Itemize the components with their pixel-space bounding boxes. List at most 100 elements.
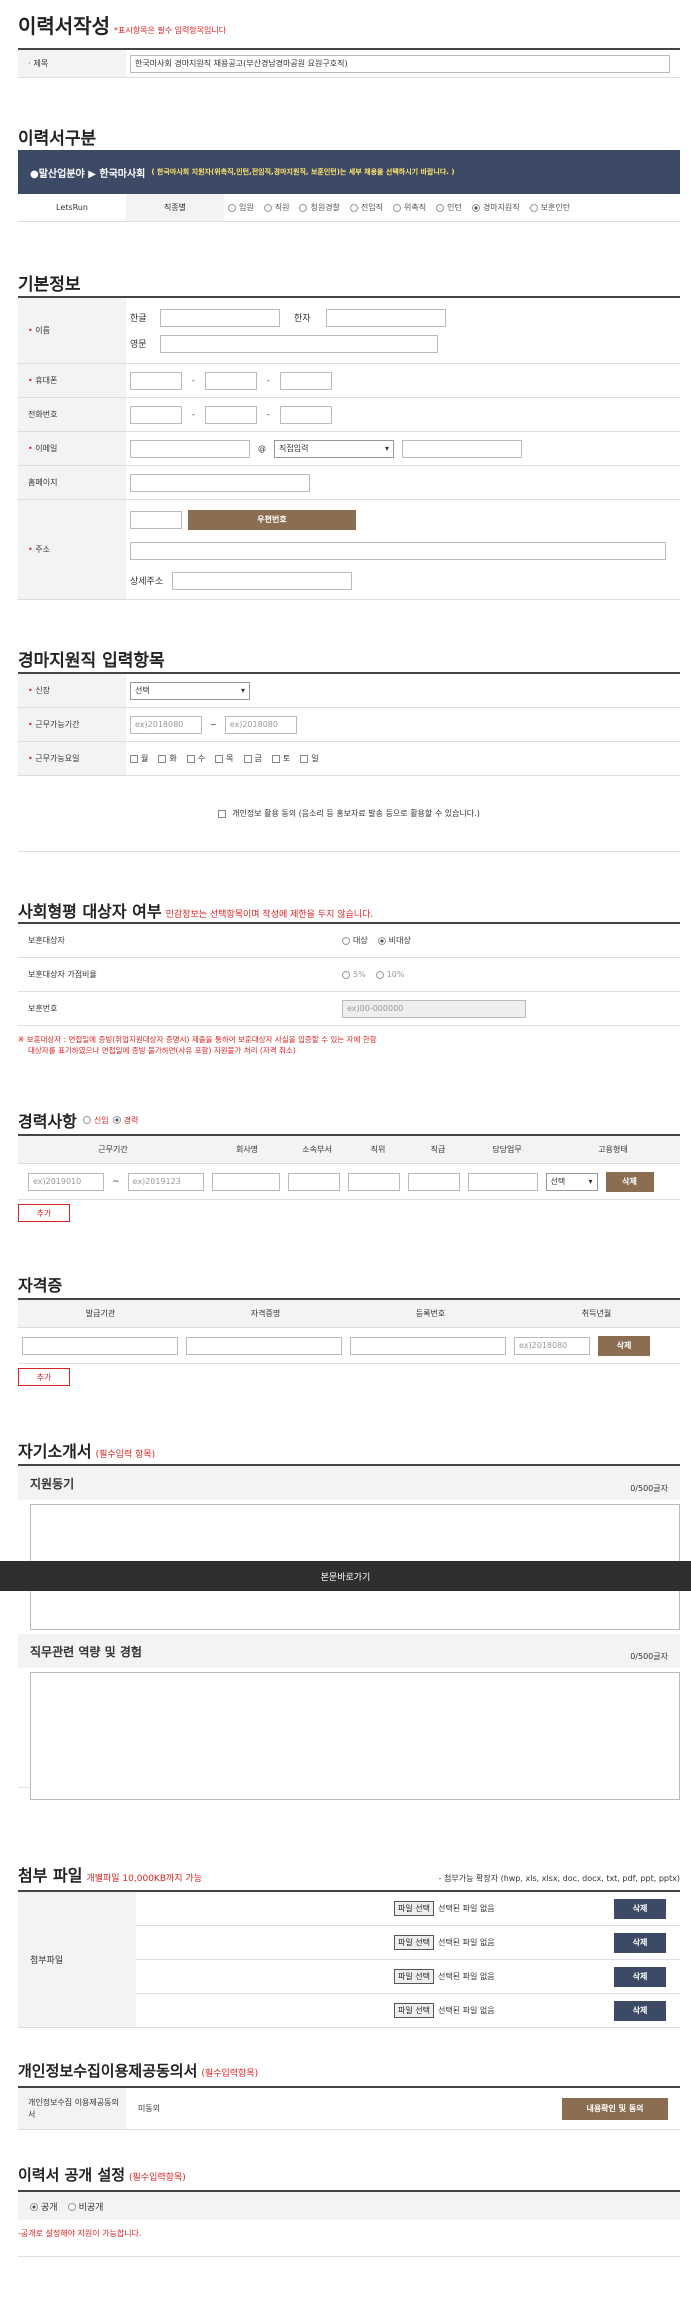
tel-input-1[interactable] (130, 405, 182, 424)
file-delete-button[interactable]: 삭제 (613, 1966, 666, 1987)
chevron-down-icon: ▾ (384, 444, 389, 453)
horse-table: • 신장 선택 ▾ • 근무가능기간 ex)2018080 ~ ex)2018080… (18, 672, 680, 852)
veteran-option-nontarget[interactable]: 비대상 (377, 935, 411, 946)
col-issuer: 발급기관 (85, 1309, 116, 1318)
consent-checkbox[interactable] (218, 809, 227, 818)
publish-header: 이력서 공개 설정 (필수입력항목) (18, 2164, 186, 2185)
file-delete-button[interactable]: 삭제 (613, 1898, 666, 1919)
privacy-header: 개인정보수집이용제공동의서 (필수입력항목) (18, 2060, 258, 2081)
career-to-input[interactable]: ex)2019123 (127, 1172, 204, 1191)
radio-icon (299, 203, 308, 212)
career-delete-button[interactable]: 삭제 (605, 1171, 654, 1192)
career-option-new[interactable]: 신입 (82, 1115, 109, 1126)
email-id-input[interactable] (130, 439, 250, 458)
employment-select[interactable]: 선택 ▾ (545, 1172, 598, 1191)
days-checkboxes: 월화수목금토일 (126, 749, 680, 768)
postcode-button[interactable]: 우편번호 (188, 509, 356, 530)
email-domain-select[interactable]: 직접입력 ▾ (274, 439, 394, 458)
bonus-option-5[interactable]: 5% (342, 970, 366, 979)
privacy-agree-button[interactable]: 내용확인 및 동의 (562, 2097, 668, 2120)
grade-input[interactable] (407, 1172, 460, 1191)
position-input[interactable] (347, 1172, 400, 1191)
job-type-option[interactable]: 임원 (228, 202, 254, 213)
job-type-option[interactable]: 보훈인턴 (529, 202, 570, 213)
job-type-label: 직종별 (126, 194, 224, 221)
intro-table: 지원동기 0/500글자 직무관련 역량 및 경험 0/500글자 (18, 1464, 680, 1800)
license-delete-button[interactable]: 삭제 (598, 1335, 650, 1356)
tel-input-3[interactable] (279, 405, 332, 424)
day-option[interactable]: 화 (158, 753, 177, 764)
job-type-option[interactable]: 인턴 (436, 202, 462, 213)
veteran-option-target[interactable]: 대상 (342, 935, 368, 946)
job-type-option[interactable]: 경마지원직 (471, 202, 520, 213)
job-type-option[interactable]: 청원경찰 (299, 202, 340, 213)
career-add-button[interactable]: 추가 (18, 1204, 70, 1222)
attach-title: 첨부 파일 (18, 1866, 83, 1885)
phone-input-3[interactable] (279, 371, 332, 390)
name-label: • 이름 (18, 298, 126, 363)
tel-input-2[interactable] (204, 405, 257, 424)
file-select-button[interactable]: 파일 선택 (394, 1901, 434, 1916)
period-to-input[interactable]: ex)2018080 (224, 715, 297, 734)
korean-label: 한글 (130, 314, 147, 324)
day-option[interactable]: 금 (243, 753, 262, 764)
file-delete-button[interactable]: 삭제 (613, 1932, 666, 1953)
file-select-button[interactable]: 파일 선택 (394, 1969, 434, 1984)
reg-number-input[interactable] (350, 1336, 506, 1355)
subject-table: · 제목 한국마사회 경마지원직 채용공고(부산경남경마공원 요원구호직) (18, 48, 680, 78)
phone-label: • 휴대폰 (18, 364, 126, 397)
bonus-option-10[interactable]: 10% (375, 970, 404, 979)
basic-title: 기본정보 (18, 275, 81, 295)
chevron-down-icon: ▾ (240, 686, 245, 695)
checkbox-icon (300, 754, 309, 763)
attach-row: 파일 선택 선택된 파일 없음 삭제 (136, 1994, 680, 2028)
department-input[interactable] (287, 1172, 340, 1191)
career-from-input[interactable]: ex)2019010 (28, 1172, 104, 1191)
hanja-label: 한자 (294, 314, 311, 324)
radio-icon (471, 203, 480, 212)
tel-label: 전화번호 (18, 398, 126, 431)
postcode-input[interactable] (130, 510, 182, 529)
competency-textarea[interactable] (30, 1672, 680, 1800)
career-option-experienced[interactable]: 경력 (112, 1115, 138, 1126)
height-select[interactable]: 선택 ▾ (130, 681, 250, 700)
job-type-option[interactable]: 전임직 (349, 202, 383, 213)
email-domain-input[interactable] (402, 439, 522, 458)
division-banner: ●말산업분야 ▶ 한국마사회 ( 한국마사회 지원자(위촉직,인턴,전임직,경마… (18, 150, 680, 194)
detail-address-input[interactable] (172, 571, 352, 590)
homepage-label: 홈페이지 (18, 466, 126, 499)
address-input[interactable] (130, 541, 666, 560)
publish-title: 이력서 공개 설정 (18, 2166, 126, 2184)
korean-name-input[interactable] (160, 308, 280, 327)
email-label: • 이메일 (18, 432, 126, 465)
company-input[interactable] (211, 1172, 280, 1191)
phone-input-1[interactable] (130, 371, 182, 390)
issuer-input[interactable] (22, 1336, 178, 1355)
day-option[interactable]: 일 (300, 753, 319, 764)
publish-option-private[interactable]: 비공개 (67, 2200, 103, 2213)
period-from-input[interactable]: ex)2018080 (130, 715, 202, 734)
acquired-input[interactable]: ex)2018080 (514, 1336, 590, 1355)
duty-input[interactable] (467, 1172, 538, 1191)
skip-to-content-bar[interactable]: 본문바로가기 (0, 1561, 691, 1591)
publish-option-public[interactable]: 공개 (30, 2200, 58, 2213)
day-option[interactable]: 토 (271, 753, 290, 764)
job-type-option[interactable]: 위촉직 (393, 202, 426, 213)
file-select-button[interactable]: 파일 선택 (394, 2003, 434, 2018)
subject-input[interactable]: 한국마사회 경마지원직 채용공고(부산경남경마공원 요원구호직) (130, 54, 670, 73)
attach-table: 첨부파일 파일 선택 선택된 파일 없음 삭제 파일 선택 선택된 파일 없음 삭제 파일 … (18, 1890, 680, 2028)
veteran-number-input[interactable]: ex)00-000000 (342, 999, 526, 1018)
job-type-option[interactable]: 직원 (263, 202, 289, 213)
day-option[interactable]: 월 (130, 753, 148, 764)
homepage-input[interactable] (130, 473, 310, 492)
day-option[interactable]: 수 (186, 753, 205, 764)
hanja-name-input[interactable] (326, 308, 446, 327)
day-option[interactable]: 목 (215, 753, 234, 764)
phone-input-2[interactable] (204, 371, 257, 390)
file-delete-button[interactable]: 삭제 (613, 2000, 666, 2021)
license-add-button[interactable]: 추가 (18, 1368, 70, 1386)
file-select-button[interactable]: 파일 선택 (394, 1935, 434, 1950)
career-header: 경력사항 신입 경력 (18, 1108, 138, 1132)
english-name-input[interactable] (160, 334, 438, 353)
license-name-input[interactable] (186, 1336, 342, 1355)
